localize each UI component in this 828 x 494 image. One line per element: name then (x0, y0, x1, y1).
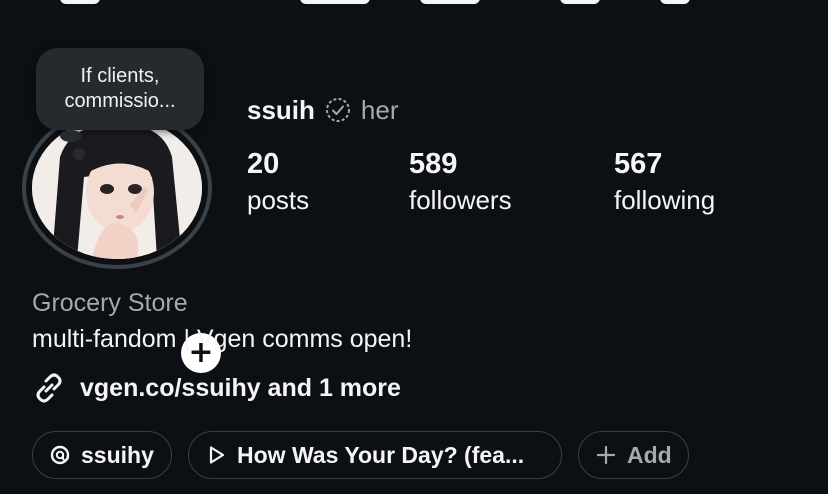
bio-link-text: vgen.co/ssuihy and 1 more (80, 373, 401, 402)
profile-category: Grocery Store (32, 289, 188, 317)
pronouns: her (360, 94, 399, 125)
stat-value: 589 (409, 148, 458, 180)
avatar-illustration (32, 117, 202, 259)
stat-followers[interactable]: 589 followers (409, 146, 512, 218)
note-bubble-tail (60, 130, 82, 142)
avatar-image (32, 117, 202, 259)
verified-badge-icon[interactable] (325, 97, 351, 123)
bio-link[interactable]: vgen.co/ssuihy and 1 more (32, 370, 401, 406)
stat-following[interactable]: 567 following (614, 146, 715, 218)
profile-avatar[interactable]: + (22, 107, 225, 377)
stat-posts[interactable]: 20 posts (247, 146, 309, 218)
note-bubble-tail-dot (73, 148, 85, 160)
bio-text: multi-fandom | Vgen comms open! (32, 325, 413, 353)
chip-label: How Was Your Day? (fea... (237, 441, 525, 468)
username: ssuih (247, 94, 315, 125)
scrolled-content-edge (0, 0, 828, 6)
stat-label: posts (247, 185, 310, 215)
threads-chip[interactable]: ssuihy (32, 431, 172, 479)
music-chip[interactable]: How Was Your Day? (fea... (188, 431, 562, 479)
stat-label: followers (409, 185, 512, 215)
profile-name-row: ssuih her (247, 92, 399, 128)
note-text: If clients, commissio... (64, 65, 176, 112)
add-link-chip[interactable]: Add (578, 431, 689, 479)
play-icon (209, 446, 225, 464)
stat-label: following (614, 185, 716, 215)
plus-icon (596, 445, 616, 465)
threads-icon (50, 445, 70, 465)
chip-label: ssuihy (81, 441, 154, 468)
stat-value: 567 (614, 148, 663, 180)
profile-note-bubble[interactable]: If clients, commissio... (36, 48, 204, 130)
chip-label: Add (627, 441, 672, 468)
stat-value: 20 (247, 148, 280, 180)
link-icon (32, 371, 66, 405)
